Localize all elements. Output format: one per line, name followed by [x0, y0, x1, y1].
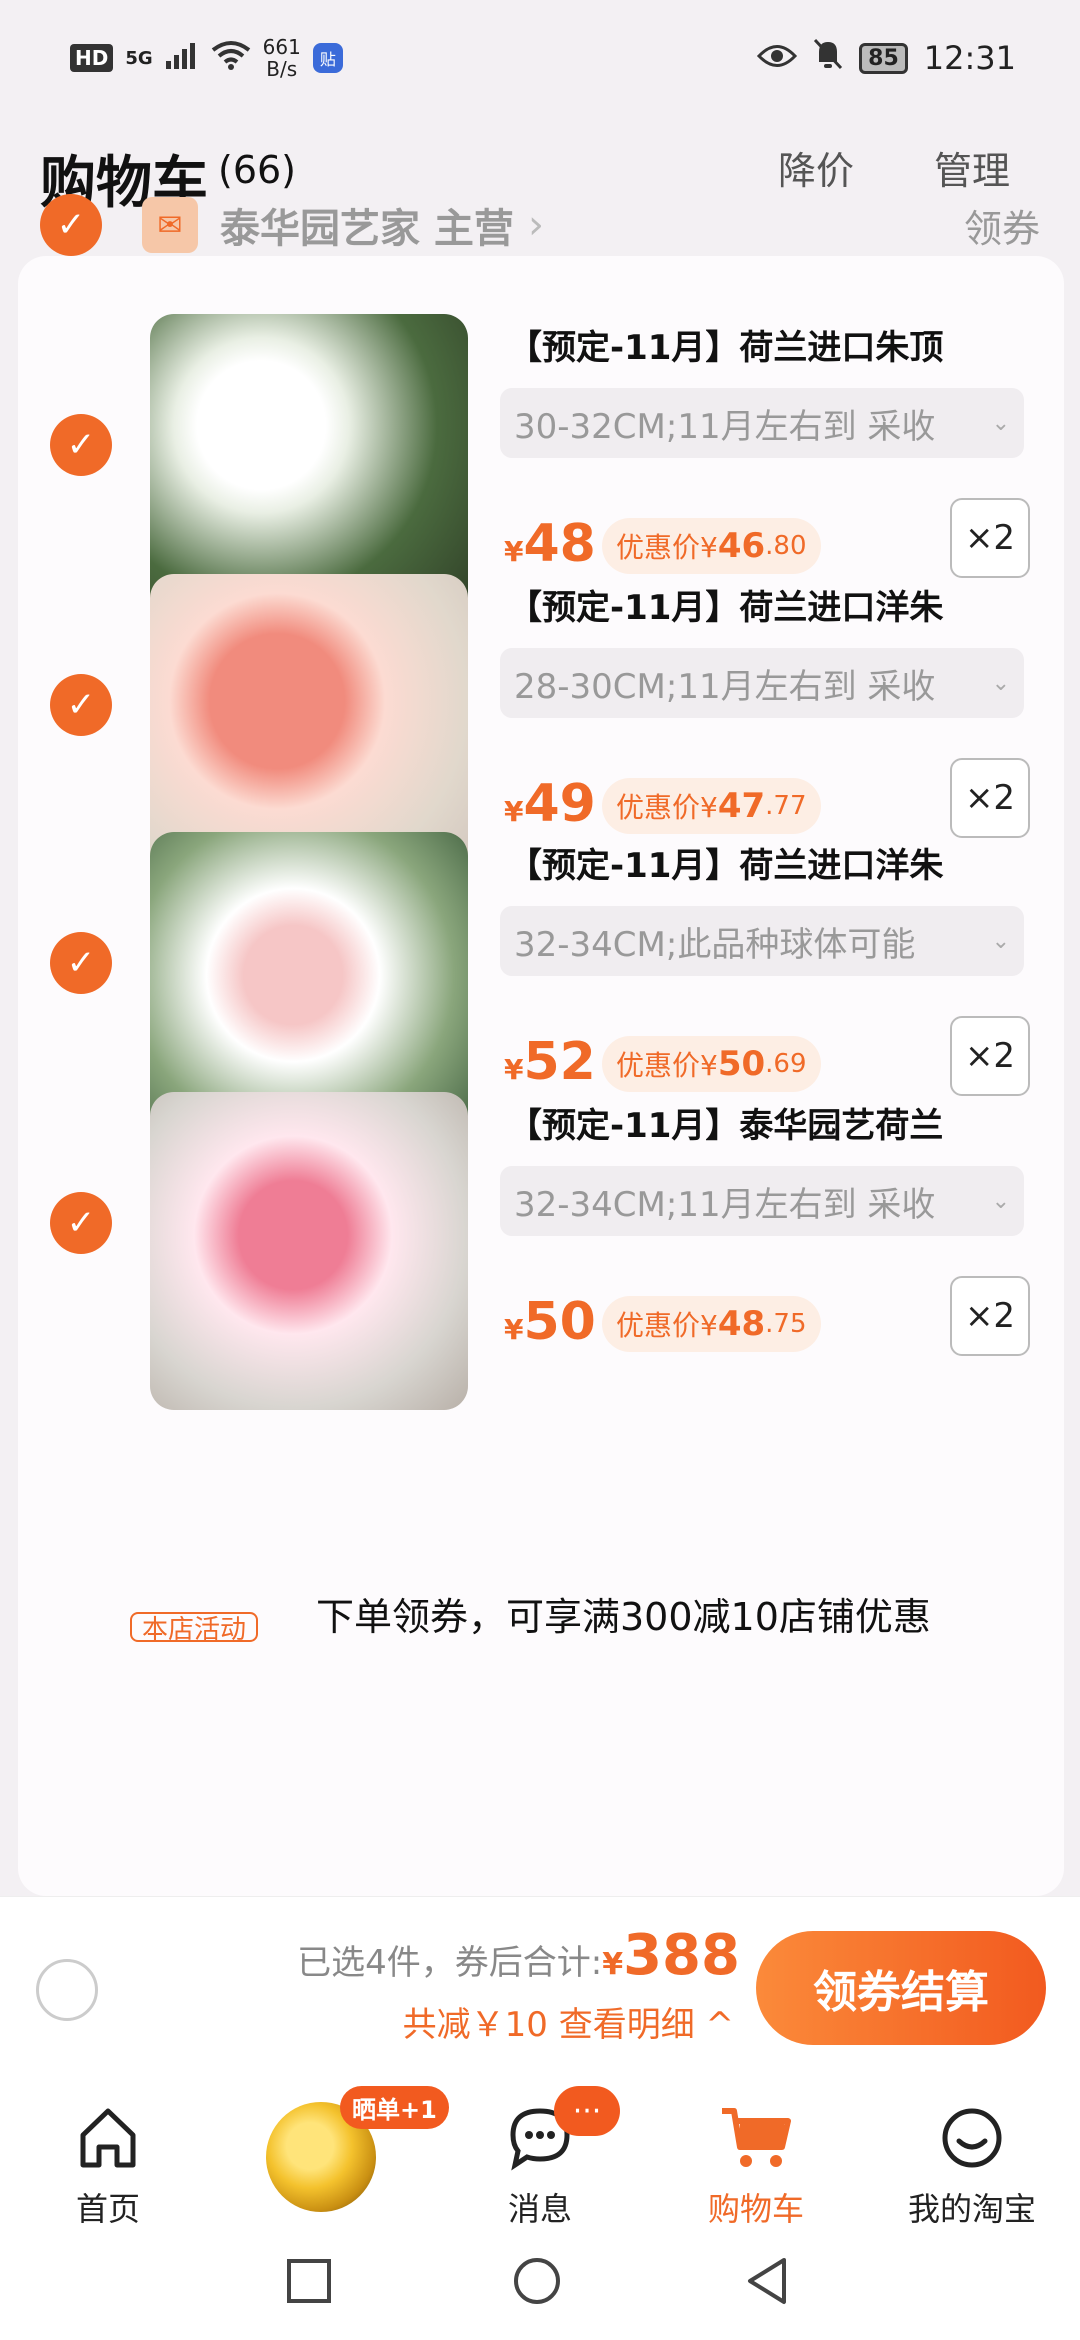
sku-selector[interactable]: 32-34CM;11月左右到 采收 ⌄	[500, 1166, 1024, 1236]
deal-price-badge: 优惠价¥ 48.75	[602, 1296, 821, 1352]
chevron-right-icon[interactable]: ›	[528, 202, 544, 248]
store-logo-icon: ✉	[142, 197, 198, 253]
share-order-badge[interactable]: 晒单+1	[340, 2086, 449, 2129]
eye-icon	[757, 39, 798, 77]
sku-selector[interactable]: 32-34CM;此品种球体可能 ⌄	[500, 906, 1024, 976]
status-left: HD 5G 661 B/s 贴	[70, 36, 343, 80]
tab-home[interactable]: 首页	[8, 2098, 208, 2230]
smile-face-icon	[872, 2098, 1072, 2178]
message-count-badge: ···	[554, 2086, 620, 2136]
total-currency: ¥	[602, 1947, 624, 1982]
net-speed: 661 B/s	[263, 36, 301, 80]
sku-text: 30-32CM;11月左右到 采收	[514, 406, 936, 447]
tab-home-label: 首页	[75, 2190, 140, 2228]
price-drop-button[interactable]: 降价	[778, 140, 854, 195]
sku-text: 32-34CM;11月左右到 采收	[514, 1184, 936, 1225]
network-label: 5G	[125, 47, 153, 69]
wifi-icon	[211, 40, 251, 77]
back-nav-icon[interactable]	[744, 2256, 790, 2310]
net-speed-value: 661	[262, 35, 301, 59]
home-nav-icon[interactable]	[512, 2256, 562, 2310]
mute-bell-icon	[813, 38, 843, 78]
net-speed-unit: B/s	[266, 57, 298, 81]
status-right: 85 12:31	[757, 38, 1016, 78]
tab-cart-label: 购物车	[707, 2190, 804, 2228]
signal-icon	[165, 41, 199, 76]
cart-count: (66)	[218, 148, 297, 192]
total-label: 已选4件，券后合计:	[297, 1943, 603, 1983]
product-title[interactable]: 【预定-11月】荷兰进口朱顶	[508, 320, 1048, 369]
bottom-tab-bar: 首页 消息 购物车 我的淘宝	[0, 2080, 1080, 2230]
recent-apps-icon[interactable]	[286, 2258, 332, 2308]
chevron-down-icon: ⌄	[991, 928, 1010, 954]
hd-badge: HD	[70, 44, 114, 72]
notification-app-icon: 贴	[312, 43, 343, 73]
product-image[interactable]	[150, 1092, 468, 1410]
product-title[interactable]: 【预定-11月】泰华园艺荷兰	[508, 1098, 1048, 1147]
chevron-down-icon: ⌄	[991, 410, 1010, 436]
status-bar: HD 5G 661 B/s 贴 85 12:31	[0, 0, 1080, 120]
home-icon	[8, 2098, 208, 2178]
cart-item: ✓ 【预定-11月】泰华园艺荷兰 32-34CM;11月左右到 采收 ⌄ ¥50…	[18, 1034, 1064, 1410]
cart-card: ✓ 【预定-11月】荷兰进口朱顶 30-32CM;11月左右到 采收 ⌄ ¥48…	[18, 256, 1064, 1896]
store-select-checkbox[interactable]: ✓	[40, 194, 102, 256]
total-summary: 已选4件，券后合计: ¥ 388	[297, 1923, 740, 1988]
store-name[interactable]: 泰华园艺家 主营	[220, 196, 514, 254]
store-activity-tag: 本店活动	[130, 1612, 259, 1642]
product-title[interactable]: 【预定-11月】荷兰进口洋朱	[508, 580, 1048, 629]
sku-text: 32-34CM;此品种球体可能	[514, 924, 916, 965]
total-amount: 388	[623, 1923, 740, 1988]
sku-selector[interactable]: 30-32CM;11月左右到 采收 ⌄	[500, 388, 1024, 458]
tab-my-taobao[interactable]: 我的淘宝	[872, 2098, 1072, 2230]
store-coupon-button[interactable]: 领券	[964, 198, 1040, 253]
chevron-down-icon: ⌄	[991, 670, 1010, 696]
item-select-checkbox[interactable]: ✓	[50, 1192, 112, 1254]
tab-my-taobao-label: 我的淘宝	[907, 2190, 1036, 2228]
checkout-button[interactable]: 领券结算	[756, 1931, 1046, 2045]
sku-selector[interactable]: 28-30CM;11月左右到 采收 ⌄	[500, 648, 1024, 718]
item-select-checkbox[interactable]: ✓	[50, 414, 112, 476]
system-navigation-bar	[0, 2230, 1080, 2340]
tab-cart[interactable]: 购物车	[656, 2098, 856, 2230]
store-row: ✓ ✉ 泰华园艺家 主营 › 领券	[40, 190, 1040, 260]
quantity-button[interactable]: ×2	[950, 1276, 1030, 1356]
item-select-checkbox[interactable]: ✓	[50, 932, 112, 994]
product-price: ¥50	[504, 1292, 596, 1352]
checkout-bar: 已选4件，券后合计: ¥ 388 共减￥10 查看明细 ^ 领券结算	[0, 1896, 1080, 2080]
discount-details-link[interactable]: 共减￥10 查看明细 ^	[403, 1997, 734, 2046]
select-all-checkbox[interactable]	[36, 1959, 98, 2021]
battery-indicator: 85	[859, 42, 908, 74]
chevron-down-icon: ⌄	[991, 1188, 1010, 1214]
tab-messages-label: 消息	[507, 2190, 572, 2228]
clock: 12:31	[923, 39, 1016, 77]
cart-icon	[656, 2098, 856, 2178]
sku-text: 28-30CM;11月左右到 采收	[514, 666, 936, 707]
item-select-checkbox[interactable]: ✓	[50, 674, 112, 736]
manage-button[interactable]: 管理	[934, 140, 1010, 195]
promo-text[interactable]: 下单领券，可享满300减10店铺优惠	[316, 1586, 931, 1641]
product-title[interactable]: 【预定-11月】荷兰进口洋朱	[508, 838, 1048, 887]
